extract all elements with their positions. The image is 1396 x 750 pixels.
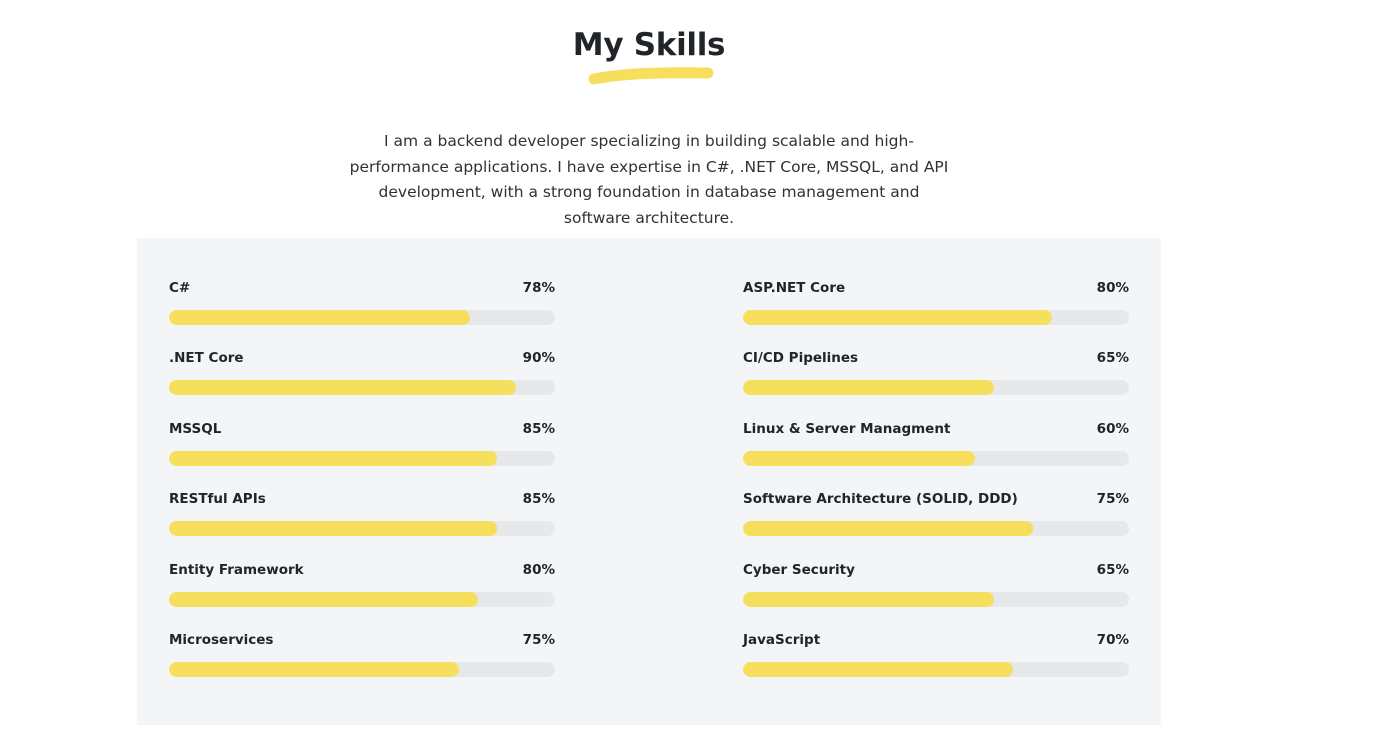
skill-progress-bar — [169, 591, 555, 607]
skill-progress-bar — [743, 661, 1129, 677]
skills-column-left: C# 78% .NET Core 90% MSSQL 85% RESTful APIs 85%… — [169, 280, 555, 702]
skill-percent: 60% — [1096, 420, 1129, 437]
skill-name: MSSQL — [169, 420, 222, 437]
skill-progress-fill — [169, 521, 498, 537]
skill-progress-fill — [743, 450, 975, 466]
skill-progress-bar — [169, 450, 555, 466]
skill-progress-bar — [743, 310, 1129, 325]
skill-header: RESTful APIs 85% — [169, 491, 555, 511]
skill-header: Software Architecture (SOLID, DDD) 75% — [743, 491, 1129, 511]
skill-item: RESTful APIs 85% — [169, 491, 555, 561]
skill-name: C# — [169, 280, 191, 296]
skill-name: JavaScript — [743, 631, 821, 648]
skills-panel: C# 78% .NET Core 90% MSSQL 85% RESTful APIs 85%… — [137, 238, 1161, 725]
skill-item: Cyber Security 65% — [743, 562, 1129, 632]
skill-name: .NET Core — [169, 350, 244, 367]
skill-header: Linux & Server Managment 60% — [743, 421, 1129, 441]
skill-percent: 75% — [1096, 491, 1129, 508]
skill-percent: 65% — [1096, 350, 1129, 367]
skill-progress-fill — [743, 591, 994, 607]
skill-header: Cyber Security 65% — [743, 562, 1129, 582]
skill-header: CI/CD Pipelines 65% — [743, 350, 1129, 370]
skills-column-right: ASP.NET Core 80% CI/CD Pipelines 65% Linux &… — [743, 280, 1129, 702]
skill-header: C# 78% — [169, 280, 555, 300]
skill-item: .NET Core 90% — [169, 350, 555, 420]
intro-text: I am a backend developer specializing in… — [349, 132, 949, 227]
skill-item: C# 78% — [169, 280, 555, 350]
skill-progress-bar — [169, 521, 555, 537]
skill-progress-fill — [743, 521, 1033, 537]
skill-item: MSSQL 85% — [169, 421, 555, 491]
skill-header: Microservices 75% — [169, 632, 555, 652]
skill-progress-fill — [169, 450, 498, 466]
skill-header: JavaScript 70% — [743, 632, 1129, 652]
skill-item: Software Architecture (SOLID, DDD) 75% — [743, 491, 1129, 561]
skill-name: Cyber Security — [743, 561, 855, 578]
skill-percent: 78% — [522, 280, 555, 296]
skill-progress-bar — [743, 521, 1129, 537]
skill-progress-bar — [743, 450, 1129, 466]
skill-name: RESTful APIs — [169, 491, 266, 508]
skill-progress-fill — [169, 591, 478, 607]
skill-name: Linux & Server Managment — [743, 420, 951, 437]
skill-item: CI/CD Pipelines 65% — [743, 350, 1129, 420]
skill-header: Entity Framework 80% — [169, 562, 555, 582]
skill-name: ASP.NET Core — [743, 280, 846, 296]
skill-percent: 80% — [1096, 280, 1129, 296]
title-underline-decoration — [588, 67, 714, 85]
skill-progress-bar — [169, 310, 555, 325]
skill-name: Microservices — [169, 631, 274, 648]
skill-item: ASP.NET Core 80% — [743, 280, 1129, 350]
section-title: My Skills — [572, 27, 726, 63]
skill-progress-fill — [743, 661, 1014, 677]
skill-progress-fill — [169, 310, 471, 325]
skill-progress-bar — [743, 380, 1129, 396]
skill-item: Entity Framework 80% — [169, 562, 555, 632]
skill-progress-bar — [169, 380, 555, 396]
skill-percent: 85% — [522, 420, 555, 437]
skill-progress-fill — [743, 310, 1052, 325]
skill-header: ASP.NET Core 80% — [743, 280, 1129, 300]
skill-percent: 85% — [522, 491, 555, 508]
skill-percent: 80% — [522, 561, 555, 578]
skill-name: Entity Framework — [169, 561, 304, 578]
skill-name: Software Architecture (SOLID, DDD) — [743, 491, 1018, 508]
skill-percent: 75% — [522, 631, 555, 648]
skill-percent: 70% — [1096, 631, 1129, 648]
skill-percent: 65% — [1096, 561, 1129, 578]
skill-header: MSSQL 85% — [169, 421, 555, 441]
skill-progress-fill — [169, 661, 459, 677]
skill-percent: 90% — [522, 350, 555, 367]
skill-item: JavaScript 70% — [743, 632, 1129, 702]
skills-section: My Skills I am a backend developer speci… — [0, 0, 1396, 750]
skill-header: .NET Core 90% — [169, 350, 555, 370]
skill-progress-fill — [743, 380, 994, 396]
skill-progress-bar — [743, 591, 1129, 607]
skill-progress-bar — [169, 661, 555, 677]
skill-item: Microservices 75% — [169, 632, 555, 702]
skill-name: CI/CD Pipelines — [743, 350, 859, 367]
skill-item: Linux & Server Managment 60% — [743, 421, 1129, 491]
skill-progress-fill — [169, 380, 517, 396]
